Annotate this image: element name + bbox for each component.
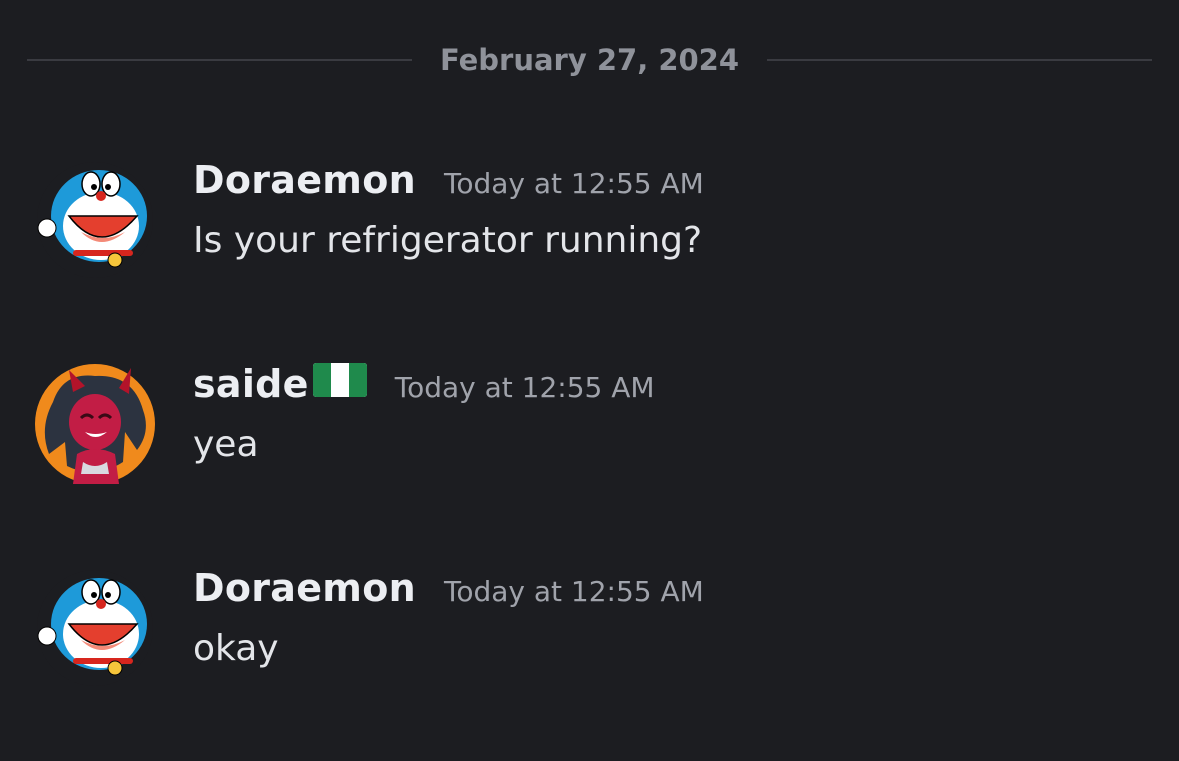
nigeria-flag-icon	[312, 363, 367, 397]
message-timestamp: Today at 12:55 AM	[394, 371, 655, 404]
message-author[interactable]: Doraemon	[193, 158, 416, 202]
message-header: saide Today at 12:55 AM	[193, 362, 655, 406]
doraemon-avatar-icon[interactable]	[33, 566, 157, 690]
divider-line-left	[27, 59, 412, 61]
message-header: Doraemon Today at 12:55 AM	[193, 566, 704, 610]
chat-window: February 27, 2024 Doraemon Today at 12:5…	[0, 0, 1179, 761]
message-author[interactable]: saide	[193, 362, 309, 406]
message-item: Doraemon Today at 12:55 AM okay	[33, 566, 1153, 696]
message-author[interactable]: Doraemon	[193, 566, 416, 610]
message-item: Doraemon Today at 12:55 AM Is your refri…	[33, 158, 1153, 288]
date-divider-label: February 27, 2024	[439, 43, 740, 77]
message-text: Is your refrigerator running?	[193, 220, 703, 261]
message-header: Doraemon Today at 12:55 AM	[193, 158, 704, 202]
message-timestamp: Today at 12:55 AM	[443, 167, 704, 200]
doraemon-avatar-icon[interactable]	[33, 158, 157, 282]
date-divider: February 27, 2024	[27, 40, 1152, 80]
message-text: yea	[193, 424, 259, 465]
divider-line-right	[767, 59, 1152, 61]
message-timestamp: Today at 12:55 AM	[443, 575, 704, 608]
message-item: saide Today at 12:55 AM yea	[33, 362, 1153, 492]
devil-girl-avatar-icon[interactable]	[33, 362, 157, 486]
message-text: okay	[193, 628, 279, 669]
